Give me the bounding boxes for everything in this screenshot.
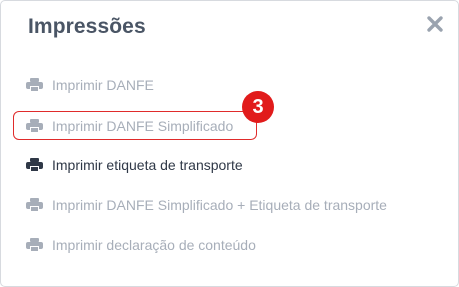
printer-icon	[26, 238, 43, 252]
print-shipping-label-option[interactable]: Imprimir etiqueta de transporte	[26, 154, 243, 176]
printer-icon	[26, 119, 43, 133]
printer-icon	[26, 198, 43, 212]
printer-icon	[26, 78, 43, 92]
close-icon[interactable]	[426, 15, 444, 33]
print-danfe-simplified-and-label-option[interactable]: Imprimir DANFE Simplificado + Etiqueta d…	[26, 194, 387, 216]
dialog-title: Impressões	[28, 15, 146, 38]
printer-icon	[26, 158, 43, 172]
option-label: Imprimir DANFE Simplificado	[52, 118, 234, 134]
option-label: Imprimir DANFE	[52, 77, 154, 93]
print-danfe-simplified-option[interactable]: Imprimir DANFE Simplificado	[26, 115, 233, 137]
print-danfe-option[interactable]: Imprimir DANFE	[26, 74, 154, 96]
option-label: Imprimir DANFE Simplificado + Etiqueta d…	[52, 197, 387, 213]
option-label: Imprimir declaração de conteúdo	[52, 237, 256, 253]
print-content-declaration-option[interactable]: Imprimir declaração de conteúdo	[26, 234, 256, 256]
print-dialog: Impressões Imprimir DANFE Imprimir DANFE…	[0, 0, 459, 287]
option-label: Imprimir etiqueta de transporte	[52, 157, 243, 173]
step-number-badge: 3	[242, 91, 274, 123]
